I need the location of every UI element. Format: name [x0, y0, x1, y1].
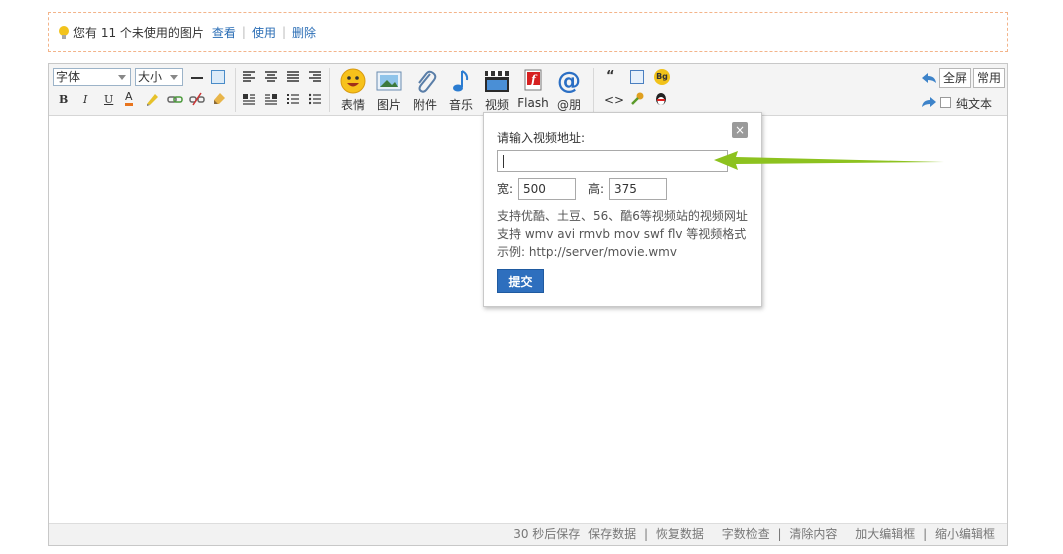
redo-icon[interactable] — [921, 95, 937, 109]
video-url-prompt: 请输入视频地址: — [497, 131, 586, 145]
music-note-icon — [448, 68, 474, 94]
supported-formats-help: 支持优酷、土豆、56、酷6等视频站的视频网址 支持 wmv avi rmvb m… — [497, 207, 748, 261]
delete-link[interactable]: 删除 — [292, 24, 316, 41]
unlink-icon[interactable] — [189, 92, 205, 106]
fullscreen-button[interactable]: 全屏 — [939, 68, 972, 88]
width-label: 宽: — [497, 182, 514, 196]
video-button[interactable]: 视频 — [480, 68, 514, 113]
font-color-button[interactable]: A — [125, 91, 133, 106]
text-caret — [503, 155, 504, 168]
film-clapper-icon — [484, 68, 510, 94]
justify-icon[interactable] — [287, 70, 301, 84]
music-button[interactable]: 音乐 — [444, 68, 478, 113]
help-line: 示例: http://server/movie.wmv — [497, 245, 677, 259]
code-icon[interactable]: <> — [604, 93, 624, 107]
link-icon[interactable] — [167, 92, 183, 106]
mention-button[interactable]: @ @朋 — [552, 68, 586, 113]
float-left-icon[interactable] — [243, 93, 257, 107]
autosave-countdown: 30 秒后保存 — [513, 527, 581, 541]
paperclip-icon — [412, 68, 438, 94]
divider — [235, 68, 236, 112]
pointer-arrow-annotation — [714, 151, 944, 170]
divider: | — [643, 527, 649, 541]
plaintext-label: 纯文本 — [956, 97, 993, 111]
bold-button[interactable]: B — [59, 93, 68, 106]
ordered-list-icon[interactable] — [287, 93, 301, 107]
align-center-icon[interactable] — [265, 70, 279, 84]
image-icon — [376, 68, 402, 94]
float-right-icon[interactable] — [265, 93, 279, 107]
word-count-link[interactable]: 字数检查 — [722, 527, 770, 541]
code-block-icon[interactable] — [630, 70, 644, 84]
video-label: 视频 — [484, 98, 509, 112]
highlight-icon[interactable] — [145, 92, 159, 106]
editor-toolbar: 字体 大小 B I U A 表情 图片 附件 音乐 视频 f Flash @ @… — [49, 64, 1007, 116]
help-line: 支持 wmv avi rmvb mov swf flv 等视频格式 — [497, 227, 747, 241]
at-sign-icon: @ — [557, 67, 581, 95]
notice-text: 您有 11 个未使用的图片 — [73, 25, 204, 40]
emoticon-label: 表情 — [340, 98, 365, 112]
quote-icon[interactable]: “ — [606, 69, 615, 84]
use-link[interactable]: 使用 — [252, 24, 276, 41]
align-left-icon[interactable] — [243, 70, 257, 84]
divider: | — [281, 25, 287, 39]
clear-content-link[interactable]: 清除内容 — [789, 527, 837, 541]
align-right-icon[interactable] — [309, 70, 323, 84]
restore-data-link[interactable]: 恢复数据 — [656, 527, 704, 541]
common-button[interactable]: 常用 — [973, 68, 1006, 88]
insert-video-dialog: 请输入视频地址: × 宽: 500 高: 375 支持优酷、土豆、56、酷6等视… — [483, 112, 762, 307]
underline-button[interactable]: U — [104, 93, 113, 106]
help-line: 支持优酷、土豆、56、酷6等视频站的视频网址 — [497, 209, 748, 223]
width-input[interactable]: 500 — [518, 178, 576, 200]
smiley-icon — [340, 68, 366, 94]
enlarge-editor-link[interactable]: 加大编辑框 — [855, 527, 915, 541]
height-input[interactable]: 375 — [609, 178, 667, 200]
emoticon-button[interactable]: 表情 — [336, 68, 370, 113]
close-icon[interactable]: × — [732, 122, 748, 138]
video-url-input[interactable] — [497, 150, 728, 172]
font-family-value: 字体 — [56, 70, 81, 84]
editor-status-bar: 30 秒后保存 保存数据 | 恢复数据 字数检查 | 清除内容 加大编辑框 | … — [49, 523, 1007, 545]
flash-button[interactable]: f Flash — [516, 68, 550, 110]
unused-images-notice: 您有 11 个未使用的图片 查看 | 使用 | 删除 — [48, 12, 1008, 52]
divider — [593, 68, 594, 112]
chevron-down-icon — [118, 75, 126, 80]
mention-label: @朋 — [556, 98, 581, 112]
view-link[interactable]: 查看 — [212, 24, 236, 41]
font-family-select[interactable]: 字体 — [53, 68, 131, 86]
qq-penguin-icon[interactable] — [654, 92, 668, 106]
italic-button[interactable]: I — [83, 93, 87, 106]
height-label: 高: — [588, 182, 605, 196]
submit-button[interactable]: 提交 — [497, 269, 544, 293]
flash-label: Flash — [517, 96, 549, 110]
font-size-value: 大小 — [138, 70, 163, 84]
shrink-editor-link[interactable]: 缩小编辑框 — [935, 527, 995, 541]
divider: | — [777, 527, 782, 541]
font-size-select[interactable]: 大小 — [135, 68, 183, 86]
attachment-button[interactable]: 附件 — [408, 68, 442, 113]
divider: | — [923, 527, 928, 541]
table-icon[interactable] — [211, 70, 225, 84]
unordered-list-icon[interactable] — [308, 93, 323, 107]
clear-format-icon[interactable] — [212, 92, 226, 106]
divider: | — [241, 25, 246, 39]
save-data-link[interactable]: 保存数据 — [588, 527, 636, 541]
music-label: 音乐 — [448, 98, 473, 112]
background-icon[interactable]: Bg — [654, 69, 670, 85]
image-label: 图片 — [376, 98, 401, 112]
divider — [329, 68, 330, 112]
horizontal-rule-icon[interactable] — [191, 77, 203, 79]
undo-icon[interactable] — [921, 71, 937, 85]
lightbulb-icon — [59, 25, 69, 39]
flash-icon: f — [520, 68, 546, 94]
attachment-label: 附件 — [412, 98, 437, 112]
key-icon[interactable] — [630, 92, 644, 106]
plaintext-checkbox[interactable] — [940, 97, 951, 108]
chevron-down-icon — [170, 75, 178, 80]
image-button[interactable]: 图片 — [372, 68, 406, 113]
